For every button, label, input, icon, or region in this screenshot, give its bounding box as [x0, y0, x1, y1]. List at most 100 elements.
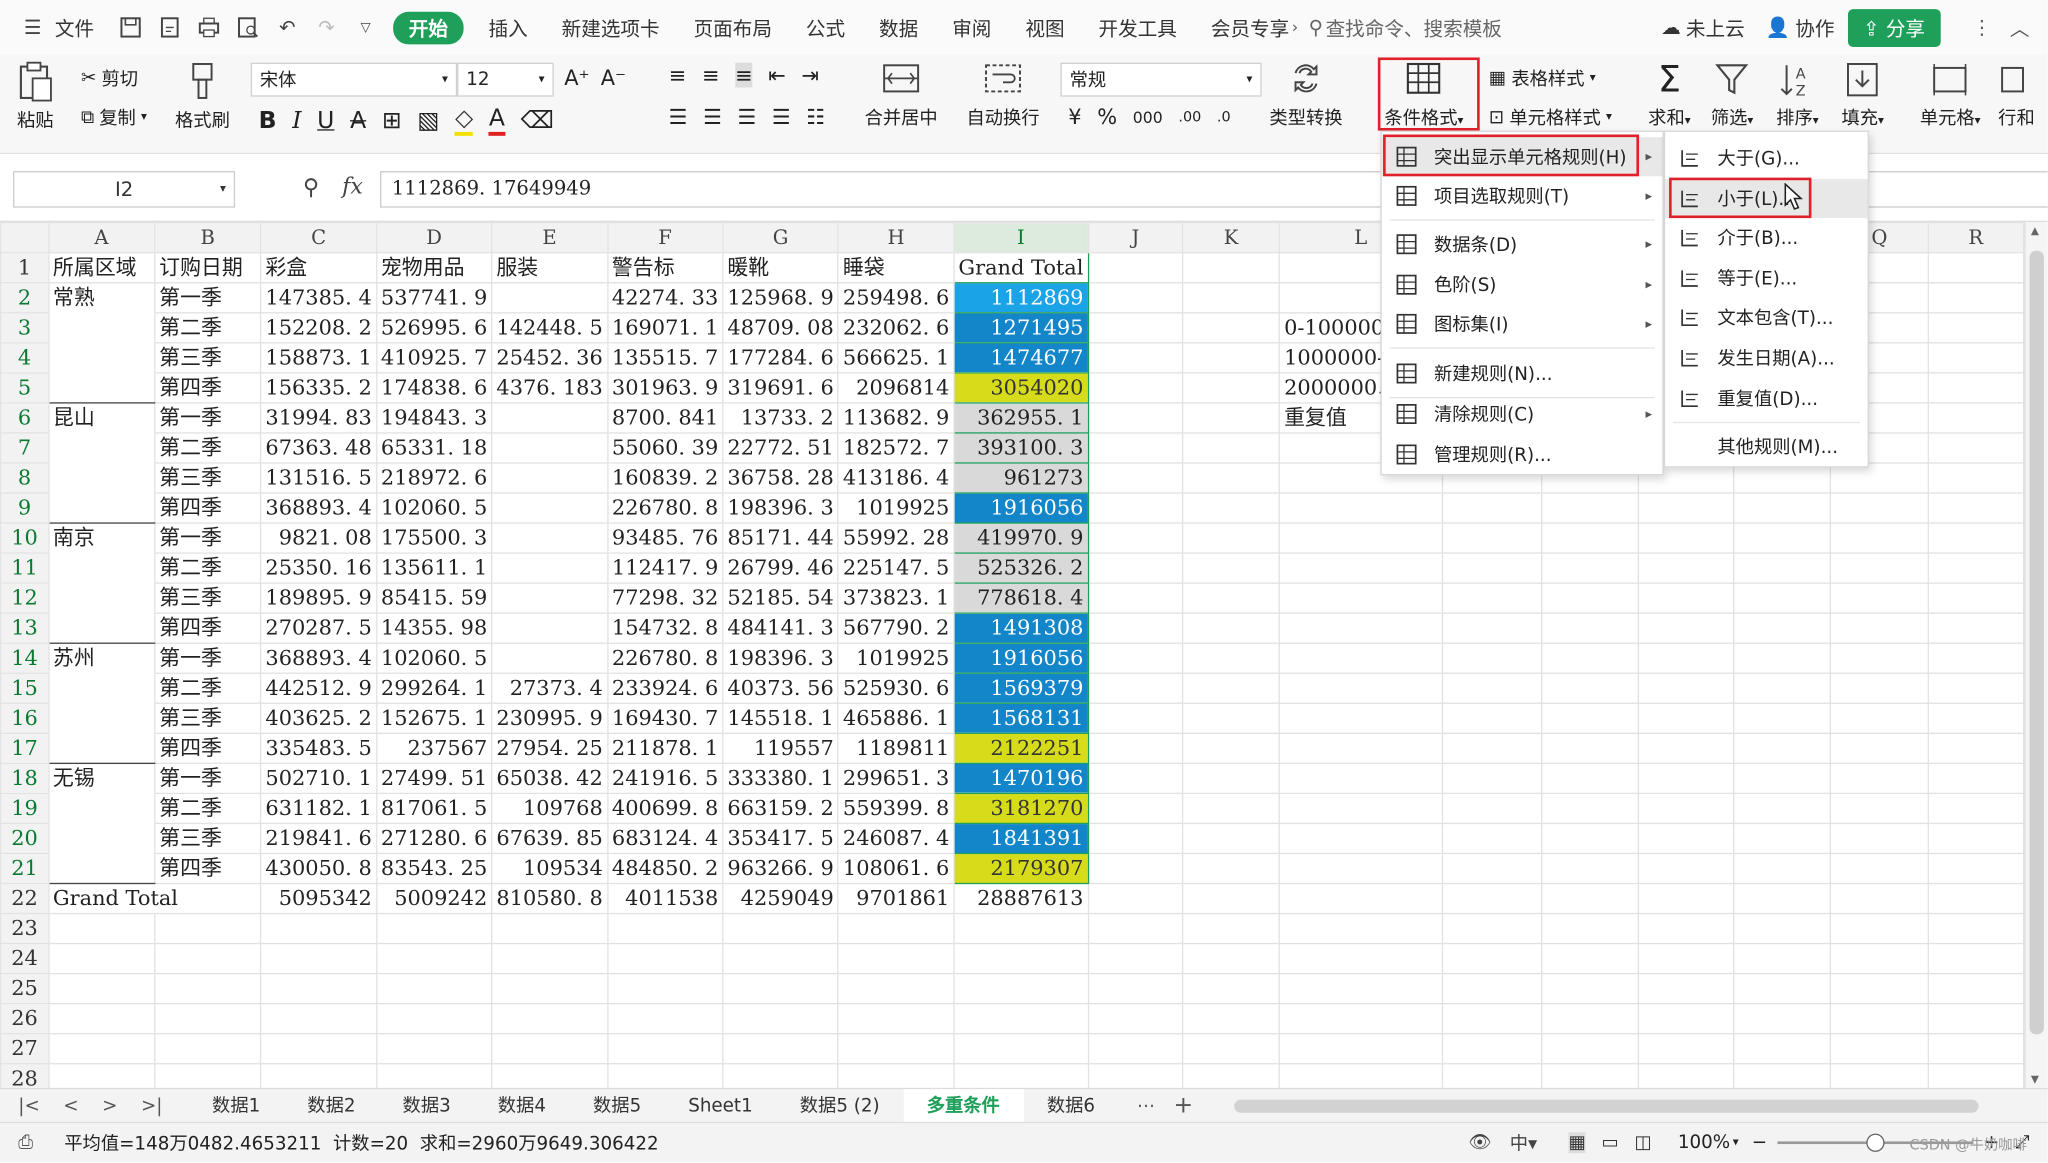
empty-cell[interactable]: [1927, 942, 2025, 975]
data-cell[interactable]: 198396. 3: [722, 492, 839, 524]
row-header[interactable]: 26: [0, 1003, 50, 1035]
total-cell[interactable]: 9701861: [837, 882, 955, 915]
empty-cell[interactable]: [1637, 942, 1735, 975]
data-cell[interactable]: 484850. 2: [606, 852, 724, 885]
empty-cell[interactable]: [491, 972, 608, 1005]
empty-cell[interactable]: [1927, 582, 2025, 614]
empty-cell[interactable]: [1733, 912, 1832, 945]
indent-increase-icon[interactable]: ⇥: [801, 63, 819, 88]
empty-cell[interactable]: [153, 1063, 262, 1088]
data-cell[interactable]: [491, 612, 608, 644]
empty-cell[interactable]: [1733, 942, 1832, 975]
empty-cell[interactable]: [1733, 702, 1832, 734]
currency-icon[interactable]: ¥: [1068, 104, 1081, 129]
total-cell[interactable]: 4011538: [606, 882, 724, 915]
empty-cell[interactable]: [1830, 762, 1929, 795]
data-cell[interactable]: 135611. 1: [375, 552, 493, 584]
print-icon[interactable]: [195, 13, 224, 42]
empty-cell[interactable]: [722, 972, 839, 1005]
align-left-icon[interactable]: ☰: [669, 104, 688, 129]
data-cell[interactable]: 182572. 7: [837, 432, 955, 464]
empty-cell[interactable]: [1182, 672, 1281, 704]
data-cell[interactable]: 154732. 8: [606, 612, 724, 644]
name-box[interactable]: I2 ▾: [13, 171, 236, 208]
sheet-tab[interactable]: 数据4: [474, 1089, 569, 1123]
empty-cell[interactable]: [1830, 1063, 1929, 1088]
empty-cell[interactable]: [606, 912, 724, 945]
empty-cell[interactable]: [1540, 552, 1640, 584]
empty-cell[interactable]: [1733, 1033, 1832, 1065]
data-cell[interactable]: [491, 522, 608, 554]
submenu-item[interactable]: 其他规则(M)...: [1665, 427, 1867, 466]
empty-cell[interactable]: [1540, 822, 1640, 855]
grand-total-cell[interactable]: 362955. 1: [953, 402, 1089, 434]
data-cell[interactable]: 第四季: [153, 372, 262, 404]
data-cell[interactable]: 109768: [491, 792, 608, 825]
empty-cell[interactable]: [1441, 822, 1543, 855]
empty-cell[interactable]: [1441, 522, 1543, 554]
zoom-formula-icon[interactable]: ⚲: [303, 175, 319, 201]
data-cell[interactable]: 常熟: [47, 282, 156, 313]
empty-cell[interactable]: [1182, 522, 1281, 554]
empty-cell[interactable]: [1830, 1033, 1929, 1065]
share-button[interactable]: ⇪ 分享: [1847, 8, 1941, 47]
row-header[interactable]: 20: [0, 822, 50, 855]
empty-cell[interactable]: [1278, 552, 1443, 584]
empty-cell[interactable]: [1182, 972, 1281, 1005]
empty-cell[interactable]: [1441, 552, 1543, 584]
copy-button[interactable]: ⧉ 复制 ▾: [81, 104, 147, 130]
submenu-item[interactable]: 文本包含(T)...: [1665, 298, 1867, 337]
empty-cell[interactable]: [1733, 522, 1832, 554]
column-header-B[interactable]: B: [153, 222, 262, 254]
zoom-slider-knob[interactable]: [1866, 1133, 1885, 1152]
empty-cell[interactable]: [1927, 672, 2025, 704]
column-header-A[interactable]: A: [47, 222, 156, 254]
empty-cell[interactable]: [47, 1033, 156, 1065]
search-box[interactable]: ⚲ 查找命令、搜索模板: [1309, 14, 1502, 41]
align-bottom-icon[interactable]: ≡: [735, 62, 753, 88]
empty-cell[interactable]: [722, 1063, 839, 1088]
scroll-down-icon[interactable]: ▼: [2031, 1074, 2039, 1086]
empty-cell[interactable]: [1637, 1003, 1735, 1035]
header-cell[interactable]: Grand Total: [953, 252, 1089, 284]
data-cell[interactable]: [47, 342, 156, 373]
data-cell[interactable]: 194843. 3: [375, 402, 493, 434]
data-cell[interactable]: 526995. 6: [375, 312, 493, 344]
empty-cell[interactable]: [1927, 372, 2025, 404]
cell-button[interactable]: 单元格▾: [1920, 60, 1981, 131]
sheet-tab[interactable]: Sheet1: [665, 1089, 777, 1123]
row-header[interactable]: 24: [0, 942, 50, 975]
empty-cell[interactable]: [1087, 462, 1184, 494]
input-method-icon[interactable]: 中▾: [1510, 1130, 1537, 1156]
empty-cell[interactable]: [1087, 522, 1184, 554]
data-cell[interactable]: 85415. 59: [375, 582, 493, 614]
row-header[interactable]: 7: [0, 432, 50, 464]
header-cell[interactable]: 所属区域: [47, 252, 156, 284]
header-cell[interactable]: 订购日期: [153, 252, 262, 284]
data-cell[interactable]: 26799. 46: [722, 552, 839, 584]
empty-cell[interactable]: [1540, 792, 1640, 825]
data-cell[interactable]: 319691. 6: [722, 372, 839, 404]
data-cell[interactable]: [47, 312, 156, 343]
data-cell[interactable]: 169071. 1: [606, 312, 724, 344]
grand-total-cell[interactable]: 1474677: [953, 342, 1089, 374]
empty-cell[interactable]: [1637, 732, 1735, 765]
empty-cell[interactable]: [1278, 762, 1443, 795]
empty-cell[interactable]: [260, 1003, 377, 1035]
eye-protect-icon[interactable]: 👁: [1468, 1132, 1491, 1153]
data-cell[interactable]: 第一季: [153, 642, 262, 674]
empty-cell[interactable]: [837, 972, 955, 1005]
empty-cell[interactable]: [1182, 462, 1281, 494]
data-cell[interactable]: [47, 432, 156, 463]
empty-cell[interactable]: [1182, 732, 1281, 765]
data-cell[interactable]: 131516. 5: [260, 462, 377, 494]
empty-cell[interactable]: [1087, 432, 1184, 464]
empty-cell[interactable]: [606, 972, 724, 1005]
type-convert-button[interactable]: 类型转换: [1269, 60, 1343, 131]
submenu-item[interactable]: 大于(G)...: [1665, 138, 1867, 177]
empty-cell[interactable]: [1927, 852, 2025, 885]
data-cell[interactable]: 第二季: [153, 432, 262, 464]
grand-total-cell[interactable]: 1271495: [953, 312, 1089, 344]
empty-cell[interactable]: [1087, 612, 1184, 644]
empty-cell[interactable]: [1540, 492, 1640, 524]
